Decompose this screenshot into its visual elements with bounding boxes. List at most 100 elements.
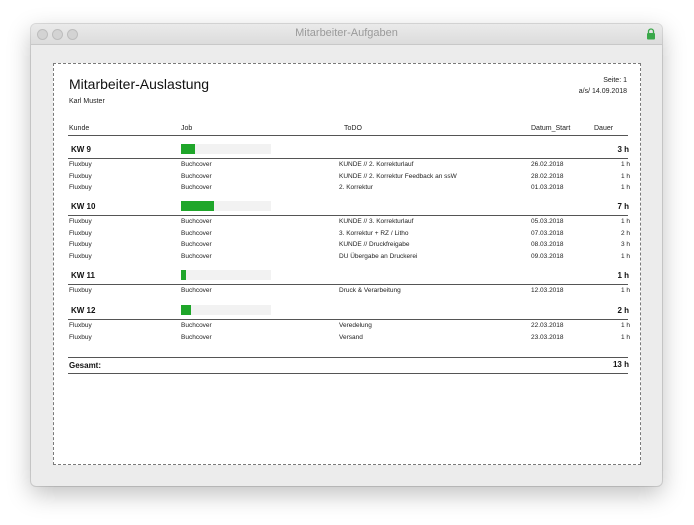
week-divider xyxy=(68,215,628,216)
total-divider-bottom xyxy=(68,373,628,374)
cell-kunde: Fluxbuy xyxy=(69,172,92,180)
workload-bar xyxy=(181,144,271,154)
week-header: KW 11 1 h xyxy=(54,269,642,283)
cell-datum: 23.03.2018 xyxy=(531,333,564,341)
workload-bar-fill xyxy=(181,144,196,154)
week-total: 7 h xyxy=(617,202,629,211)
cell-todo: Versand xyxy=(339,333,363,341)
task-row: Fluxbuy Buchcover KUNDE // 2. Korrekturlau… xyxy=(54,160,642,171)
cell-todo: KUNDE // 2. Korrektur Feedback an ssW xyxy=(339,172,457,180)
cell-job: Buchcover xyxy=(181,172,212,180)
column-header-job: Job xyxy=(181,125,193,132)
cell-todo: KUNDE // Druckfreigabe xyxy=(339,241,410,248)
cell-job: Buchcover xyxy=(181,252,212,260)
header-divider xyxy=(68,135,628,136)
cell-kunde: Fluxbuy xyxy=(69,287,92,294)
window-title: Mitarbeiter-Aufgaben xyxy=(295,27,398,39)
grand-total-value: 13 h xyxy=(612,360,629,369)
cell-datum: 05.03.2018 xyxy=(531,218,564,225)
cell-todo: 3. Korrektur + RZ / Litho xyxy=(339,229,409,237)
title-bar[interactable]: Mitarbeiter-Aufgaben xyxy=(31,24,662,45)
cell-kunde: Fluxbuy xyxy=(69,333,92,341)
cell-job: Buchcover xyxy=(181,333,212,341)
week-total: 2 h xyxy=(617,306,629,315)
task-row: Fluxbuy Buchcover KUNDE // Druckfreigabe 08… xyxy=(54,240,642,251)
task-row: Fluxbuy Buchcover 3. Korrektur + RZ / Lit… xyxy=(54,229,642,240)
cell-kunde: Fluxbuy xyxy=(69,252,92,260)
cell-datum: 07.03.2018 xyxy=(531,229,564,237)
workload-bar-fill xyxy=(181,270,187,280)
cell-dauer: 1 h xyxy=(620,322,630,329)
week-header: KW 12 2 h xyxy=(54,304,642,318)
cell-datum: 09.03.2018 xyxy=(531,252,564,260)
week-label: KW 11 xyxy=(71,271,96,280)
cell-job: Buchcover xyxy=(181,287,212,294)
cell-job: Buchcover xyxy=(181,322,212,329)
cell-todo: KUNDE // 3. Korrekturlauf xyxy=(339,218,414,225)
app-window: Mitarbeiter-Aufgaben Mitarbeiter-Auslast… xyxy=(31,24,662,486)
workload-bar xyxy=(181,201,271,211)
lock-icon xyxy=(647,28,655,40)
cell-job: Buchcover xyxy=(181,184,212,191)
cell-dauer: 3 h xyxy=(620,241,630,248)
cell-datum: 22.03.2018 xyxy=(531,322,564,329)
week-header: KW 9 3 h xyxy=(54,143,642,157)
cell-kunde: Fluxbuy xyxy=(69,161,92,168)
cell-dauer: 1 h xyxy=(620,172,630,180)
workload-bar xyxy=(181,305,271,315)
cell-kunde: Fluxbuy xyxy=(69,241,92,248)
workload-bar-fill xyxy=(181,201,215,211)
week-divider xyxy=(68,284,628,285)
cell-kunde: Fluxbuy xyxy=(69,184,92,191)
cell-todo: Veredelung xyxy=(339,322,372,329)
cell-todo: DU Übergabe an Druckerei xyxy=(339,252,418,260)
cell-todo: KUNDE // 2. Korrekturlauf xyxy=(339,161,414,168)
grand-total-label: Gesamt: xyxy=(69,361,102,370)
task-row: Fluxbuy Buchcover 2. Korrektur 01.03.2018 1… xyxy=(54,183,642,194)
task-row: Fluxbuy Buchcover Veredelung 22.03.2018 1 h xyxy=(54,321,642,332)
workload-bar xyxy=(181,270,271,280)
grand-total-row: Gesamt: 13 h xyxy=(54,359,642,373)
page-number: Seite: 1 xyxy=(603,77,627,84)
report-date: a/s/ 14.09.2018 xyxy=(578,88,627,95)
cell-dauer: 2 h xyxy=(620,229,630,237)
cell-kunde: Fluxbuy xyxy=(69,218,92,225)
week-divider xyxy=(68,319,628,320)
task-row: Fluxbuy Buchcover DU Übergabe an Druckerei… xyxy=(54,252,642,263)
week-total: 3 h xyxy=(617,145,629,154)
task-row: Fluxbuy Buchcover KUNDE // 3. Korrekturlau… xyxy=(54,217,642,228)
cell-datum: 01.03.2018 xyxy=(531,184,564,191)
task-row: Fluxbuy Buchcover Versand 23.03.2018 1 h xyxy=(54,333,642,344)
total-divider-top xyxy=(68,357,628,358)
column-header-datum: Datum_Start xyxy=(531,125,571,132)
column-header-kunde: Kunde xyxy=(69,125,90,132)
week-total: 1 h xyxy=(617,271,629,280)
column-header-dauer: Dauer xyxy=(594,125,614,132)
cell-dauer: 1 h xyxy=(620,184,630,191)
task-row: Fluxbuy Buchcover Druck & Verarbeitung 12.0… xyxy=(54,286,642,297)
week-divider xyxy=(68,158,628,159)
cell-job: Buchcover xyxy=(181,229,212,237)
cell-datum: 26.02.2018 xyxy=(531,161,564,168)
cell-datum: 08.03.2018 xyxy=(531,241,564,248)
week-label: KW 12 xyxy=(71,306,96,315)
cell-job: Buchcover xyxy=(181,241,212,248)
cell-job: Buchcover xyxy=(181,161,212,168)
week-label: KW 9 xyxy=(71,145,91,154)
cell-dauer: 1 h xyxy=(620,252,630,260)
week-header: KW 10 7 h xyxy=(54,200,642,214)
cell-datum: 28.02.2018 xyxy=(531,172,564,180)
cell-dauer: 1 h xyxy=(620,218,630,225)
workload-bar-fill xyxy=(181,305,191,315)
report-page: Mitarbeiter-Auslastung Karl Muster Seite… xyxy=(53,63,641,465)
task-row: Fluxbuy Buchcover KUNDE // 2. Korrektur Fe… xyxy=(54,172,642,183)
column-header-todo: ToDO xyxy=(344,125,362,132)
week-label: KW 10 xyxy=(71,202,96,211)
cell-kunde: Fluxbuy xyxy=(69,229,92,237)
cell-dauer: 1 h xyxy=(620,161,630,168)
cell-kunde: Fluxbuy xyxy=(69,322,92,329)
cell-datum: 12.03.2018 xyxy=(531,287,564,294)
employee-name: Karl Muster xyxy=(69,98,105,105)
cell-dauer: 1 h xyxy=(620,333,630,341)
cell-todo: 2. Korrektur xyxy=(339,184,373,191)
